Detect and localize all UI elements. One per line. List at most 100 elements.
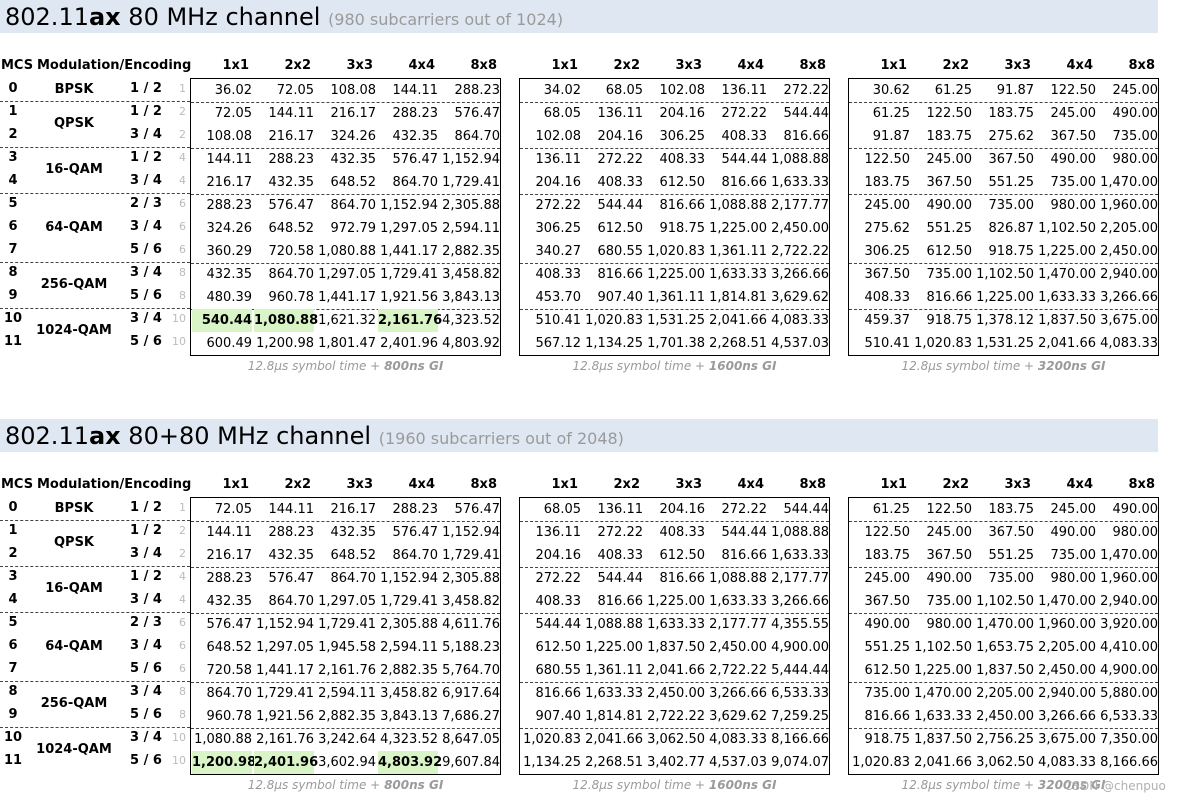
rate-cell: 2,450.00: [1100, 244, 1158, 259]
rate-cell: 1,921.56: [256, 709, 314, 724]
rate-cell: 2,268.51: [585, 755, 643, 770]
rate-cell: 1,814.81: [585, 709, 643, 724]
rate-cell: 306.25: [864, 244, 911, 259]
rate-cell: 567.12: [535, 336, 582, 351]
rate-cell: 3,266.66: [1100, 290, 1158, 305]
mcs-index: 7: [8, 661, 18, 676]
rate-cell: 408.33: [721, 129, 768, 144]
row-note: 10: [172, 754, 186, 767]
rate-cell: 510.41: [535, 313, 582, 328]
rate-cell: 3,402.77: [647, 755, 705, 770]
caption-symbol-time: 12.8µs symbol time +: [572, 778, 709, 792]
rate-cell: 1,152.94: [442, 525, 500, 540]
section-title-bar: 802.11ax 80 MHz channel (980 subcarriers…: [0, 0, 1158, 33]
rate-cell: 408.33: [864, 290, 911, 305]
title-prefix: 802.11: [5, 422, 89, 450]
rate-cell: 144.11: [268, 106, 315, 121]
rate-cell: 324.26: [206, 221, 253, 236]
mcs-index: 9: [8, 707, 18, 722]
rate-cell: 272.22: [535, 571, 582, 586]
rate-cell: 8,166.66: [771, 732, 829, 747]
rate-cell: 2,722.22: [771, 244, 829, 259]
rate-cell: 680.55: [535, 663, 582, 678]
rate-cell: 1,701.38: [647, 336, 705, 351]
rate-cell: 183.75: [988, 502, 1035, 517]
caption-symbol-time: 12.8µs symbol time +: [572, 359, 709, 373]
coding-rate: 3 / 4: [130, 546, 162, 561]
rate-cell: 1,020.83: [523, 732, 581, 747]
rate-cell: 3,266.66: [1038, 709, 1096, 724]
rate-cell: 216.17: [330, 106, 377, 121]
rate-table-gi-2: 30.62 61.25 91.87 122.50 245.00 61.25 122.50 18…: [848, 78, 1159, 356]
rate-cell: 91.87: [872, 129, 910, 144]
header-stream-4x4: 4x4: [1066, 477, 1093, 492]
rate-cell: 816.66: [535, 686, 582, 701]
rate-table-section: 802.11ax 80+80 MHz channel (1960 subcarr…: [0, 419, 1185, 799]
header-stream-8x8: 8x8: [1128, 58, 1155, 73]
rate-cell: 216.17: [330, 502, 377, 517]
rate-cell: 1,152.94: [380, 571, 438, 586]
row-note: 4: [179, 570, 186, 583]
rate-cell: 245.00: [926, 152, 973, 167]
rate-cell: 1,378.12: [976, 313, 1034, 328]
rate-cell: 144.11: [392, 83, 439, 98]
guard-interval-caption: 12.8µs symbol time + 800ns GI: [190, 359, 501, 373]
rate-cell: 1,200.98: [256, 336, 314, 351]
mcs-index: 5: [8, 615, 18, 630]
rate-cell: 1,633.33: [914, 709, 972, 724]
rate-cell: 864.70: [330, 571, 377, 586]
mcs-index: 8: [8, 684, 18, 699]
rate-cell: 1,633.33: [771, 548, 829, 563]
rate-cell: 1,814.81: [709, 290, 767, 305]
rate-cell: 490.00: [1050, 152, 1097, 167]
header-stream-4x4: 4x4: [408, 477, 435, 492]
rate-cell: 816.66: [597, 594, 644, 609]
rate-cell: 816.66: [864, 709, 911, 724]
rate-cell: 972.79: [330, 221, 377, 236]
rate-cell: 204.16: [597, 129, 644, 144]
section-title: 802.11ax 80 MHz channel (980 subcarriers…: [5, 2, 563, 35]
caption-symbol-time: 12.8µs symbol time +: [901, 778, 1038, 792]
rate-cell: 1,088.88: [709, 571, 767, 586]
rate-cell: 4,355.55: [771, 617, 829, 632]
rate-table-gi-1: 34.02 68.05 102.08 136.11 272.22 68.05 136.11 2…: [519, 78, 830, 356]
rate-cell: 245.00: [1050, 106, 1097, 121]
rate-cell: 1,102.50: [1038, 221, 1096, 236]
rate-cell: 136.11: [535, 152, 582, 167]
rate-cell: 960.78: [268, 290, 315, 305]
title-subcarriers: (980 subcarriers out of 1024): [328, 10, 564, 29]
rate-cell: 490.00: [1112, 502, 1159, 517]
header-stream-3x3: 3x3: [346, 477, 373, 492]
rate-cell: 306.25: [535, 221, 582, 236]
rate-cell: 408.33: [535, 594, 582, 609]
rate-cell: 108.08: [330, 83, 377, 98]
rate-cell: 864.70: [392, 548, 439, 563]
coding-rate: 5 / 6: [130, 288, 162, 303]
rate-cell: 2,722.22: [647, 709, 705, 724]
mcs-index: 5: [8, 196, 18, 211]
rate-cell: 612.50: [926, 244, 973, 259]
rate-cell: 3,675.00: [1038, 732, 1096, 747]
rate-cell: 735.00: [926, 267, 973, 282]
group-divider: [0, 193, 190, 194]
row-note: 6: [179, 220, 186, 233]
row-note: 8: [179, 685, 186, 698]
rate-cell: 735.00: [1112, 129, 1159, 144]
header-stream-1x1: 1x1: [551, 58, 578, 73]
rate-cell: 2,305.88: [442, 198, 500, 213]
rate-cell: 1,441.17: [256, 663, 314, 678]
coding-rate: 1 / 2: [130, 150, 162, 165]
rate-table-gi-0: 72.05 144.11 216.17 288.23 576.47 144.11 288.2…: [190, 497, 501, 775]
rate-cell: 61.25: [872, 106, 910, 121]
rate-cell: 272.22: [597, 152, 644, 167]
header-stream-8x8: 8x8: [799, 477, 826, 492]
coding-rate: 3 / 4: [130, 173, 162, 188]
guard-interval-caption: 12.8µs symbol time + 800ns GI: [190, 778, 501, 792]
rate-cell: 1,470.00: [1038, 594, 1096, 609]
rate-cell: 1,470.00: [1100, 175, 1158, 190]
rate-cell: 408.33: [597, 175, 644, 190]
caption-guard-interval: 800ns GI: [384, 778, 444, 792]
rate-cell: 2,177.77: [771, 198, 829, 213]
mcs-index: 10: [3, 730, 23, 745]
rate-cell: 3,458.82: [442, 594, 500, 609]
